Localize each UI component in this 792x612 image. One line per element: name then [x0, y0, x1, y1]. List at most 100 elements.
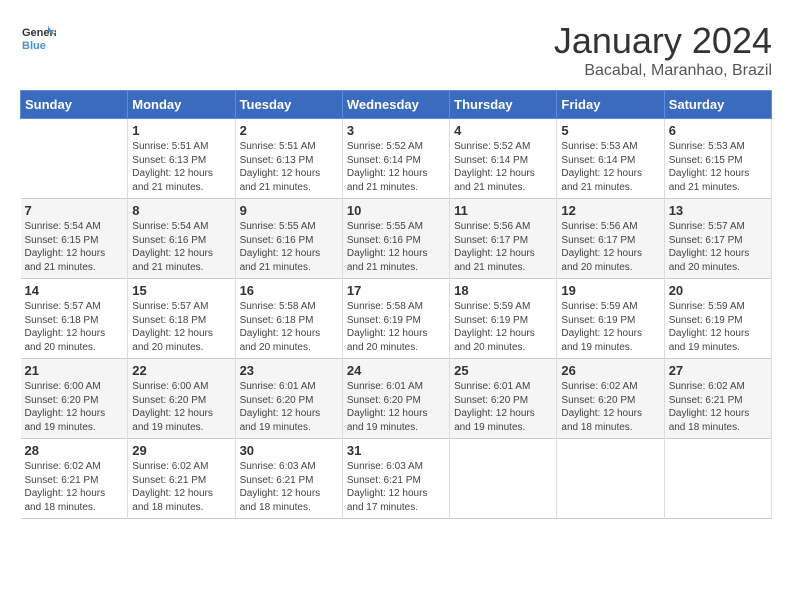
day-number: 12: [561, 203, 659, 218]
day-info: Sunrise: 5:51 AM Sunset: 6:13 PM Dayligh…: [132, 140, 230, 194]
table-row: 20Sunrise: 5:59 AM Sunset: 6:19 PM Dayli…: [664, 279, 771, 359]
day-number: 18: [454, 283, 552, 298]
day-number: 9: [240, 203, 338, 218]
day-info: Sunrise: 5:55 AM Sunset: 6:16 PM Dayligh…: [240, 220, 338, 274]
day-number: 22: [132, 363, 230, 378]
day-info: Sunrise: 5:58 AM Sunset: 6:19 PM Dayligh…: [347, 300, 445, 354]
day-number: 16: [240, 283, 338, 298]
day-info: Sunrise: 5:55 AM Sunset: 6:16 PM Dayligh…: [347, 220, 445, 274]
table-row: 18 Sunrise: 5:59 AM Sunset: 6:19 PM Dayli…: [450, 279, 557, 359]
header-wednesday: Wednesday: [342, 91, 449, 119]
table-row: 13 Sunrise: 5:57 AM Sunset: 6:17 PM Dayli…: [664, 199, 771, 279]
day-info: Sunrise: 5:51 AM Sunset: 6:13 PM Dayligh…: [240, 140, 338, 194]
day-info: Sunrise: 6:02 AM Sunset: 6:20 PM Dayligh…: [561, 380, 659, 434]
table-row: [664, 439, 771, 519]
day-info: Sunrise: 6:01 AM Sunset: 6:20 PM Dayligh…: [454, 380, 552, 434]
day-number: 4: [454, 123, 552, 138]
day-number: 24: [347, 363, 445, 378]
day-info: Sunrise: 5:59 AM Sunset: 6:19 PM Dayligh…: [454, 300, 552, 354]
day-number: 14: [25, 283, 124, 298]
table-row: 28 Sunrise: 6:02 AM Sunset: 6:21 PM Dayli…: [21, 439, 128, 519]
day-number: 7: [25, 203, 124, 218]
day-info: Sunrise: 6:00 AM Sunset: 6:20 PM Dayligh…: [132, 380, 230, 434]
day-info: Sunrise: 5:59 AM Sunset: 6:19 PM Dayligh…: [561, 300, 659, 354]
calendar-subtitle: Bacabal, Maranhao, Brazil: [554, 62, 772, 80]
table-row: 24 Sunrise: 6:01 AM Sunset: 6:20 PM Dayli…: [342, 359, 449, 439]
day-number: 15: [132, 283, 230, 298]
table-row: 16 Sunrise: 5:58 AM Sunset: 6:18 PM Dayli…: [235, 279, 342, 359]
table-row: 17 Sunrise: 5:58 AM Sunset: 6:19 PM Dayli…: [342, 279, 449, 359]
day-number: 2: [240, 123, 338, 138]
day-info: Sunrise: 6:02 AM Sunset: 6:21 PM Dayligh…: [25, 460, 124, 514]
day-number: 30: [240, 443, 338, 458]
table-row: 14 Sunrise: 5:57 AM Sunset: 6:18 PM Dayli…: [21, 279, 128, 359]
title-area: January 2024 Bacabal, Maranhao, Brazil: [554, 20, 772, 80]
table-row: 6 Sunrise: 5:53 AM Sunset: 6:15 PM Daylig…: [664, 119, 771, 199]
table-row: 15 Sunrise: 5:57 AM Sunset: 6:18 PM Dayli…: [128, 279, 235, 359]
day-info: Sunrise: 6:03 AM Sunset: 6:21 PM Dayligh…: [347, 460, 445, 514]
table-row: 27 Sunrise: 6:02 AM Sunset: 6:21 PM Dayli…: [664, 359, 771, 439]
calendar-week-row: 21Sunrise: 6:00 AM Sunset: 6:20 PM Dayli…: [21, 359, 772, 439]
table-row: 1 Sunrise: 5:51 AM Sunset: 6:13 PM Daylig…: [128, 119, 235, 199]
day-info: Sunrise: 5:52 AM Sunset: 6:14 PM Dayligh…: [454, 140, 552, 194]
logo-graphic: General Blue: [20, 20, 56, 56]
day-number: 11: [454, 203, 552, 218]
day-number: 28: [25, 443, 124, 458]
day-info: Sunrise: 5:52 AM Sunset: 6:14 PM Dayligh…: [347, 140, 445, 194]
day-number: 19: [561, 283, 659, 298]
day-info: Sunrise: 5:54 AM Sunset: 6:15 PM Dayligh…: [25, 220, 124, 274]
header: General Blue January 2024 Bacabal, Maran…: [20, 20, 772, 80]
day-info: Sunrise: 6:00 AM Sunset: 6:20 PM Dayligh…: [25, 380, 124, 434]
table-row: 11 Sunrise: 5:56 AM Sunset: 6:17 PM Dayli…: [450, 199, 557, 279]
day-number: 25: [454, 363, 552, 378]
day-info: Sunrise: 5:56 AM Sunset: 6:17 PM Dayligh…: [454, 220, 552, 274]
day-number: 23: [240, 363, 338, 378]
day-info: Sunrise: 5:53 AM Sunset: 6:14 PM Dayligh…: [561, 140, 659, 194]
table-row: 21Sunrise: 6:00 AM Sunset: 6:20 PM Dayli…: [21, 359, 128, 439]
calendar-week-row: 1 Sunrise: 5:51 AM Sunset: 6:13 PM Daylig…: [21, 119, 772, 199]
table-row: [557, 439, 664, 519]
calendar-week-row: 28 Sunrise: 6:02 AM Sunset: 6:21 PM Dayli…: [21, 439, 772, 519]
table-row: 8Sunrise: 5:54 AM Sunset: 6:16 PM Daylig…: [128, 199, 235, 279]
table-row: 3Sunrise: 5:52 AM Sunset: 6:14 PM Daylig…: [342, 119, 449, 199]
table-row: [450, 439, 557, 519]
day-number: 31: [347, 443, 445, 458]
svg-text:Blue: Blue: [22, 40, 46, 52]
day-number: 6: [669, 123, 767, 138]
day-number: 20: [669, 283, 767, 298]
day-number: 17: [347, 283, 445, 298]
header-thursday: Thursday: [450, 91, 557, 119]
table-row: 5 Sunrise: 5:53 AM Sunset: 6:14 PM Daylig…: [557, 119, 664, 199]
day-number: 10: [347, 203, 445, 218]
table-row: 31 Sunrise: 6:03 AM Sunset: 6:21 PM Dayli…: [342, 439, 449, 519]
day-number: 8: [132, 203, 230, 218]
calendar-table: Sunday Monday Tuesday Wednesday Thursday…: [20, 90, 772, 519]
table-row: 25 Sunrise: 6:01 AM Sunset: 6:20 PM Dayli…: [450, 359, 557, 439]
day-info: Sunrise: 6:02 AM Sunset: 6:21 PM Dayligh…: [669, 380, 767, 434]
table-row: 4 Sunrise: 5:52 AM Sunset: 6:14 PM Daylig…: [450, 119, 557, 199]
table-row: 7 Sunrise: 5:54 AM Sunset: 6:15 PM Daylig…: [21, 199, 128, 279]
logo: General Blue: [20, 20, 56, 56]
table-row: 9 Sunrise: 5:55 AM Sunset: 6:16 PM Daylig…: [235, 199, 342, 279]
day-number: 29: [132, 443, 230, 458]
day-number: 1: [132, 123, 230, 138]
day-info: Sunrise: 5:57 AM Sunset: 6:18 PM Dayligh…: [25, 300, 124, 354]
day-info: Sunrise: 5:57 AM Sunset: 6:18 PM Dayligh…: [132, 300, 230, 354]
day-info: Sunrise: 6:01 AM Sunset: 6:20 PM Dayligh…: [347, 380, 445, 434]
table-row: 29 Sunrise: 6:02 AM Sunset: 6:21 PM Dayli…: [128, 439, 235, 519]
day-info: Sunrise: 5:53 AM Sunset: 6:15 PM Dayligh…: [669, 140, 767, 194]
table-row: 19 Sunrise: 5:59 AM Sunset: 6:19 PM Dayli…: [557, 279, 664, 359]
table-row: 12 Sunrise: 5:56 AM Sunset: 6:17 PM Dayli…: [557, 199, 664, 279]
table-row: 10 Sunrise: 5:55 AM Sunset: 6:16 PM Dayli…: [342, 199, 449, 279]
table-row: 26Sunrise: 6:02 AM Sunset: 6:20 PM Dayli…: [557, 359, 664, 439]
day-number: 13: [669, 203, 767, 218]
day-info: Sunrise: 6:03 AM Sunset: 6:21 PM Dayligh…: [240, 460, 338, 514]
table-row: 30 Sunrise: 6:03 AM Sunset: 6:21 PM Dayli…: [235, 439, 342, 519]
day-info: Sunrise: 6:02 AM Sunset: 6:21 PM Dayligh…: [132, 460, 230, 514]
day-number: 5: [561, 123, 659, 138]
day-info: Sunrise: 5:57 AM Sunset: 6:17 PM Dayligh…: [669, 220, 767, 274]
day-number: 27: [669, 363, 767, 378]
day-info: Sunrise: 5:56 AM Sunset: 6:17 PM Dayligh…: [561, 220, 659, 274]
day-info: Sunrise: 5:58 AM Sunset: 6:18 PM Dayligh…: [240, 300, 338, 354]
table-row: 23Sunrise: 6:01 AM Sunset: 6:20 PM Dayli…: [235, 359, 342, 439]
